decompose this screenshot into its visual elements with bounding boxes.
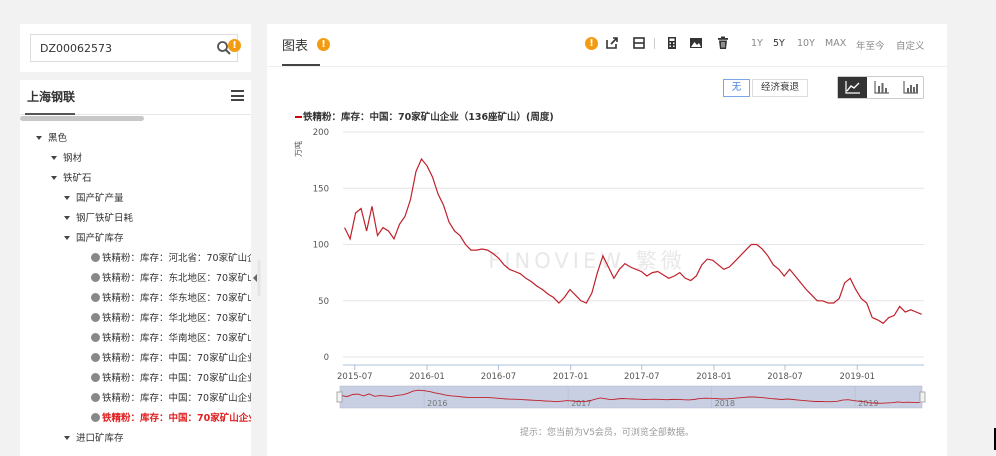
caret-down-icon <box>51 175 57 180</box>
tree-leaf-label: 铁精粉：库存：中国：70家矿山企业 <box>102 413 251 424</box>
tree-leaf[interactable]: 铁精粉：库存：中国：70家矿山企业 <box>91 372 251 386</box>
navigator-handle-left <box>336 391 343 403</box>
tree-leaf[interactable]: 铁精粉：库存：东北地区：70家矿山 <box>91 272 251 286</box>
caret-down-icon <box>64 435 70 440</box>
tree-leaf-label: 铁精粉：库存：华南地区：70家矿山 <box>102 333 251 344</box>
tree-node-label: 钢材 <box>63 153 83 164</box>
tree-leaf-label: 铁精粉：库存：中国：70家矿山企业 <box>102 393 251 404</box>
menu-icon[interactable] <box>231 90 244 101</box>
y-tick-label: 0 <box>324 353 329 363</box>
tree-leaf-label: 铁精粉：库存：中国：70家矿山企业 <box>102 373 251 384</box>
x-tick-label: 2019-01 <box>840 372 876 382</box>
info-dot-icon <box>91 373 100 382</box>
x-tick-label: 2016-07 <box>481 372 517 382</box>
y-axis-label: 万吨 <box>293 141 303 157</box>
tree-header: 上海钢联 <box>20 80 251 115</box>
collapse-handle-icon[interactable] <box>253 258 261 298</box>
tree-node-mill-consumption[interactable]: 钢厂铁矿日耗 <box>64 212 133 226</box>
chart-panel: 图表 ! ! 1Y 5Y 10Y MAX 年至今 自定义 无 经济衰退 铁精粉：… <box>267 24 947 456</box>
y-tick-label: 100 <box>313 241 329 251</box>
tree-leaf-label: 铁精粉：库存：华东地区：70家矿山 <box>102 293 251 304</box>
tree-horizontal-scrollbar[interactable] <box>20 116 144 121</box>
y-tick-label: 150 <box>313 184 329 194</box>
tree-leaf-selected[interactable]: 铁精粉：库存：中国：70家矿山企业 <box>91 412 251 426</box>
tree-node-domestic-inventory[interactable]: 国产矿库存 <box>64 232 124 246</box>
caret-down-icon <box>64 215 70 220</box>
info-dot-icon <box>91 333 100 342</box>
navigator-label: 2016 <box>427 399 447 408</box>
x-tick-label: 2015-07 <box>337 372 373 382</box>
navigator-label: 2018 <box>715 399 735 408</box>
info-dot-icon <box>91 393 100 402</box>
tree-leaf-label: 铁精粉：库存：河北省：70家矿山企 <box>102 253 251 264</box>
x-axis-ticks: 2015-07 2016-01 2016-07 2017-01 2017-07 2018-… <box>337 365 875 382</box>
tree-node-domestic-output[interactable]: 国产矿产量 <box>64 192 124 206</box>
chart-watermark: FINOVIEW 繁微 <box>488 249 685 273</box>
series-line <box>344 157 922 325</box>
caret-down-icon <box>64 195 70 200</box>
caret-down-icon <box>64 235 70 240</box>
info-dot-icon <box>91 313 100 322</box>
tree-node-import-inventory[interactable]: 进口矿库存 <box>64 432 124 446</box>
tree-node-label: 钢厂铁矿日耗 <box>76 213 134 224</box>
info-dot-icon <box>91 413 100 422</box>
x-tick-label: 2017-01 <box>553 372 589 382</box>
tree-node-iron-ore[interactable]: 铁矿石 <box>51 172 92 186</box>
search-panel <box>20 24 251 72</box>
tree-node-label: 国产矿产量 <box>76 193 124 204</box>
info-dot-icon <box>91 353 100 362</box>
y-tick-label: 50 <box>318 297 329 307</box>
tree-leaf[interactable]: 铁精粉：库存：河北省：70家矿山企 <box>91 252 251 266</box>
tree-leaf-label: 铁精粉：库存：中国：70家矿山企业 <box>102 353 251 364</box>
caret-down-icon <box>51 155 57 160</box>
warning-icon[interactable]: ! <box>228 39 241 52</box>
x-tick-label: 2018-01 <box>696 372 732 382</box>
tree-title: 上海钢联 <box>27 90 76 104</box>
tree-node-label: 铁矿石 <box>63 173 92 184</box>
caret-down-icon <box>36 135 42 140</box>
tree-node-steel[interactable]: 钢材 <box>51 152 82 166</box>
info-dot-icon <box>91 293 100 302</box>
tree-leaf[interactable]: 铁精粉：库存：华南地区：70家矿山 <box>91 332 251 346</box>
tree-leaf[interactable]: 铁精粉：库存：中国：70家矿山企业 <box>91 392 251 406</box>
x-tick-label: 2016-01 <box>409 372 445 382</box>
info-dot-icon <box>91 273 100 282</box>
tree-leaf[interactable]: 铁精粉：库存：中国：70家矿山企业 <box>91 352 251 366</box>
tree-leaf[interactable]: 铁精粉：库存：华北地区：70家矿山 <box>91 312 251 326</box>
x-tick-label: 2017-07 <box>624 372 660 382</box>
navigator-handle-right <box>919 391 926 403</box>
search-input[interactable] <box>40 39 200 57</box>
tree-node-label: 黑色 <box>48 133 68 144</box>
x-tick-label: 2018-07 <box>767 372 803 382</box>
tree-leaf-label: 铁精粉：库存：东北地区：70家矿山 <box>102 273 251 284</box>
search-field[interactable] <box>30 34 238 62</box>
tree-title-underline <box>25 113 75 115</box>
y-tick-label: 200 <box>313 128 329 138</box>
tree-panel: 上海钢联 黑色 钢材 铁矿石 国产矿产量 钢厂铁矿日耗 国产矿库存 铁精粉：库存… <box>20 80 251 456</box>
line-chart[interactable]: FINOVIEW 繁微 万吨 0 50 100 150 200 2015-07 2016-… <box>267 24 947 424</box>
tree-leaf-label: 铁精粉：库存：华北地区：70家矿山 <box>102 313 251 324</box>
tree-leaf[interactable]: 铁精粉：库存：华东地区：70家矿山 <box>91 292 251 306</box>
info-dot-icon <box>91 253 100 262</box>
navigator-label: 2017 <box>571 399 591 408</box>
navigator-label: 2019 <box>858 399 878 408</box>
tree-node-label: 国产矿库存 <box>76 233 124 244</box>
tree-node-black[interactable]: 黑色 <box>36 132 67 146</box>
y-axis-ticks: 0 50 100 150 200 <box>313 128 329 363</box>
member-hint: 提示：您当前为V5会员，可浏览全部数据。 <box>520 428 694 438</box>
tree-node-label: 进口矿库存 <box>76 433 124 444</box>
